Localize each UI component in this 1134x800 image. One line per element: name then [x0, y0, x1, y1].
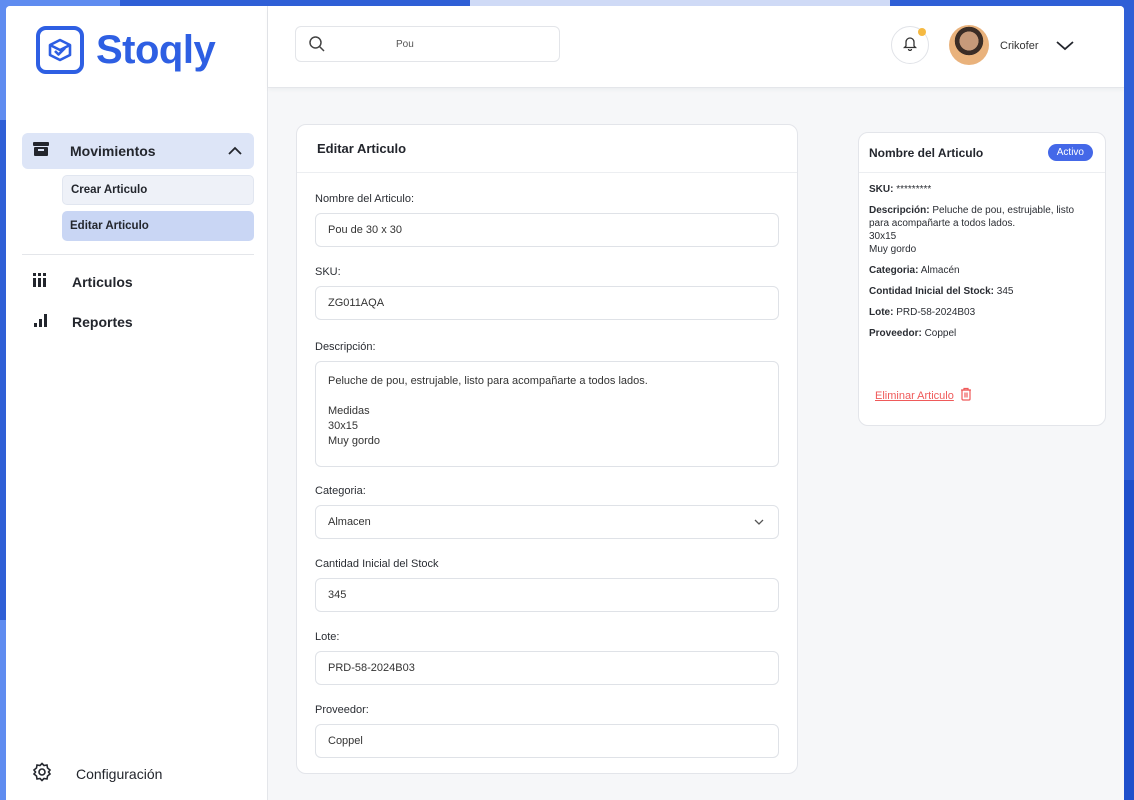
- edit-article-form: Editar Articulo Nombre del Articulo: Pou…: [296, 124, 798, 774]
- field-label: Proveedor:: [315, 704, 369, 716]
- stock-input[interactable]: 345: [315, 578, 779, 612]
- field-categoria: Categoria: Almacen: [315, 485, 779, 539]
- chevron-up-icon: [228, 142, 242, 160]
- summary-sku: SKU: *********: [869, 183, 1095, 196]
- summary-value: *********: [896, 184, 932, 195]
- field-label: Categoria:: [315, 485, 366, 497]
- lot-input[interactable]: PRD-58-2024B03: [315, 651, 779, 685]
- search-box[interactable]: [295, 26, 560, 62]
- field-lote: Lote: PRD-58-2024B03: [315, 631, 779, 685]
- summary-value: PRD-58-2024B03: [896, 307, 976, 318]
- summary-label: Proveedor:: [869, 328, 922, 339]
- supplier-input[interactable]: Coppel: [315, 724, 779, 758]
- nav-movimientos-label: Movimientos: [70, 143, 156, 159]
- sidebar-item-label: Configuración: [76, 765, 163, 782]
- search-icon: [308, 35, 326, 53]
- box-logo-icon: [36, 26, 84, 74]
- divider: [22, 254, 254, 255]
- field-stock: Cantidad Inicial del Stock 345: [315, 558, 779, 612]
- field-label: SKU:: [315, 266, 341, 278]
- chevron-down-icon: [754, 516, 764, 528]
- field-nombre: Nombre del Articulo: Pou de 30 x 30: [315, 193, 779, 247]
- sidebar-item-articulos[interactable]: Articulos: [32, 272, 133, 291]
- delete-label: Eliminar Articulo: [875, 389, 954, 402]
- notification-dot: [918, 28, 926, 36]
- form-title: Editar Articulo: [297, 125, 797, 173]
- summary-details: SKU: ********* Descripción: Peluche de p…: [859, 173, 1105, 340]
- name-input[interactable]: Pou de 30 x 30: [315, 213, 779, 247]
- user-name[interactable]: Crikofer: [1000, 40, 1039, 52]
- summary-description: Descripción: Peluche de pou, estrujable,…: [869, 204, 1095, 256]
- nav-group-movimientos: Movimientos Crear Articulo Editar Articu…: [22, 133, 254, 241]
- summary-label: Descripción:: [869, 205, 930, 216]
- field-label: Cantidad Inicial del Stock: [315, 558, 439, 570]
- summary-label: Lote:: [869, 307, 894, 318]
- summary-value: Almacén: [920, 265, 960, 276]
- top-bar: Crikofer: [268, 6, 1124, 88]
- trash-icon: [960, 387, 972, 404]
- bell-icon: [902, 35, 918, 56]
- field-label: Lote:: [315, 631, 340, 643]
- app-window: Stoqly Movimientos Crear Articulo Editar…: [6, 6, 1124, 800]
- gear-icon: [32, 762, 52, 785]
- chevron-down-icon[interactable]: [1056, 38, 1074, 56]
- description-line: Muy gordo: [328, 435, 380, 447]
- field-label: Descripción:: [315, 341, 376, 353]
- bar-chart-icon: [32, 312, 48, 331]
- archive-icon: [32, 141, 50, 162]
- summary-value: Muy gordo: [869, 244, 917, 255]
- sidebar-item-configuracion[interactable]: Configuración: [32, 762, 162, 785]
- summary-lot: Lote: PRD-58-2024B03: [869, 306, 1095, 319]
- avatar[interactable]: [949, 25, 989, 65]
- sidebar: Stoqly Movimientos Crear Articulo Editar…: [6, 6, 268, 800]
- sidebar-item-editar-articulo[interactable]: Editar Articulo: [62, 211, 254, 241]
- summary-supplier: Proveedor: Coppel: [869, 327, 1095, 340]
- summary-label: SKU:: [869, 184, 894, 195]
- summary-label: Categoria:: [869, 265, 919, 276]
- status-badge: Activo: [1047, 144, 1093, 161]
- description-line: Medidas: [328, 405, 370, 417]
- field-proveedor: Proveedor: Coppel: [315, 704, 779, 758]
- field-label: Nombre del Articulo:: [315, 193, 415, 205]
- sidebar-item-label: Reportes: [72, 313, 133, 330]
- sidebar-item-reportes[interactable]: Reportes: [32, 312, 133, 331]
- logo[interactable]: Stoqly: [36, 26, 216, 74]
- summary-value: 345: [996, 286, 1014, 297]
- sidebar-item-crear-articulo[interactable]: Crear Articulo: [62, 175, 254, 205]
- description-textarea[interactable]: Peluche de pou, estrujable, listo para a…: [315, 361, 779, 467]
- search-input[interactable]: [396, 38, 516, 50]
- summary-label: Contidad Inicial del Stock:: [869, 286, 995, 297]
- summary-value: Coppel: [924, 328, 957, 339]
- summary-value: 30x15: [869, 231, 897, 242]
- field-descripcion: Descripción: Peluche de pou, estrujable,…: [315, 341, 779, 467]
- category-selected-value: Almacen: [328, 516, 371, 528]
- notification-button[interactable]: [891, 26, 929, 64]
- category-select[interactable]: Almacen: [315, 505, 779, 539]
- description-line: Peluche de pou, estrujable, listo para a…: [328, 375, 648, 387]
- article-summary-card: Nombre del Articulo Activo SKU: ********…: [858, 132, 1106, 426]
- nav-movimientos-toggle[interactable]: Movimientos: [22, 133, 254, 169]
- summary-category: Categoria: Almacén: [869, 264, 1095, 277]
- sku-input[interactable]: ZG011AQA: [315, 286, 779, 320]
- main-content: Crikofer Editar Articulo Nombre del Arti…: [268, 6, 1124, 800]
- delete-article-button[interactable]: Eliminar Articulo: [875, 387, 972, 404]
- sidebar-item-label: Articulos: [72, 273, 133, 290]
- barcode-icon: [32, 272, 48, 291]
- brand-name: Stoqly: [96, 27, 216, 72]
- summary-header: Nombre del Articulo Activo: [859, 133, 1105, 173]
- summary-stock: Contidad Inicial del Stock: 345: [869, 285, 1095, 298]
- description-line: 30x15: [328, 420, 358, 432]
- summary-title: Nombre del Articulo: [869, 145, 984, 160]
- field-sku: SKU: ZG011AQA: [315, 266, 779, 320]
